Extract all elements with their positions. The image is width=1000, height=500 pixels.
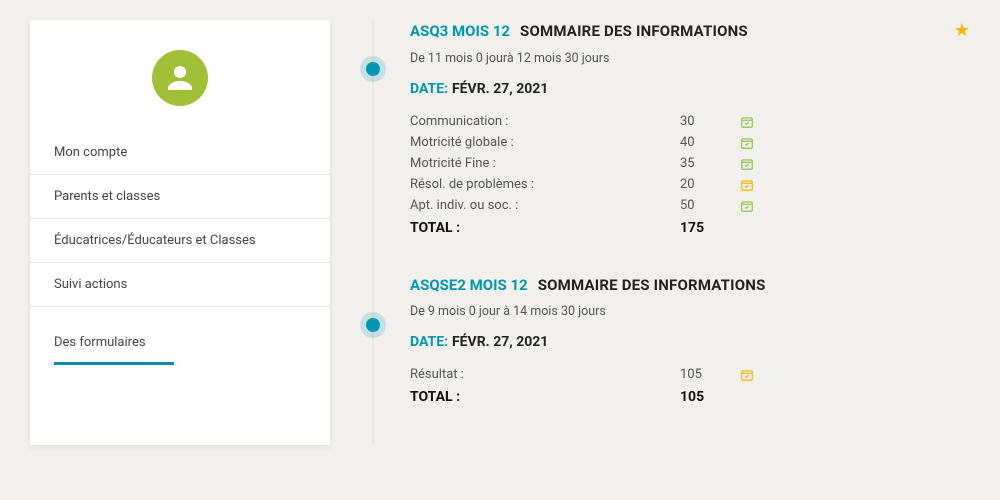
sidebar-item-actions[interactable]: Suivi actions <box>30 263 330 307</box>
score-label: Résol. de problèmes : <box>410 177 680 192</box>
entry-title-main: ASQSE2 MOIS 12 <box>410 276 528 294</box>
sidebar-item-account[interactable]: Mon compte <box>30 131 330 175</box>
calendar-check-icon <box>740 368 756 382</box>
score-row: Motricité globale : 40 <box>410 132 830 153</box>
timeline-dot <box>366 62 380 76</box>
sidebar: Mon compte Parents et classes Éducatrice… <box>30 20 330 445</box>
sidebar-item-parents[interactable]: Parents et classes <box>30 175 330 219</box>
total-value: 175 <box>680 220 740 236</box>
sidebar-item-forms[interactable]: Des formulaires <box>54 321 174 365</box>
entry-date-value: FÉVR. 27, 2021 <box>452 334 548 350</box>
total-row: TOTAL : 175 <box>410 216 830 236</box>
calendar-check-icon <box>740 136 756 150</box>
total-label: TOTAL : <box>410 220 680 236</box>
score-value: 35 <box>680 156 740 171</box>
score-label: Résultat : <box>410 367 680 382</box>
timeline-entry: ASQSE2 MOIS 12 SOMMAIRE DES INFORMATIONS… <box>410 276 970 405</box>
scores-table: Communication : 30 Motricité globale : 4… <box>410 111 830 236</box>
score-label: Motricité Fine : <box>410 156 680 171</box>
calendar-check-icon <box>740 178 756 192</box>
person-icon <box>162 60 198 96</box>
sidebar-item-educators[interactable]: Éducatrices/Éducateurs et Classes <box>30 219 330 263</box>
score-value: 40 <box>680 135 740 150</box>
entry-date-label: DATE: <box>410 81 448 97</box>
entry-date: DATE: FÉVR. 27, 2021 <box>410 78 970 97</box>
score-value: 105 <box>680 367 740 382</box>
entry-date-value: FÉVR. 27, 2021 <box>452 81 548 97</box>
total-value: 105 <box>680 389 740 405</box>
calendar-check-icon <box>740 157 756 171</box>
score-label: Communication : <box>410 114 680 129</box>
score-row: Communication : 30 <box>410 111 830 132</box>
sidebar-item-forms-wrap: Des formulaires <box>30 307 330 365</box>
calendar-check-icon <box>740 115 756 129</box>
calendar-check-icon <box>740 199 756 213</box>
entry-title-sub: SOMMAIRE DES INFORMATIONS <box>538 276 766 294</box>
avatar-container <box>30 50 330 106</box>
score-label: Motricité globale : <box>410 135 680 150</box>
score-row: Résol. de problèmes : 20 <box>410 174 830 195</box>
timeline-entry: ASQ3 MOIS 12 SOMMAIRE DES INFORMATIONS ★… <box>410 20 970 236</box>
entry-date-label: DATE: <box>410 334 448 350</box>
entry-date: DATE: FÉVR. 27, 2021 <box>410 331 970 350</box>
timeline-dot <box>366 318 380 332</box>
total-row: TOTAL : 105 <box>410 385 830 405</box>
entry-age-range: De 11 mois 0 jourà 12 mois 30 jours <box>410 51 970 66</box>
score-label: Apt. indiv. ou soc. : <box>410 198 680 213</box>
score-value: 50 <box>680 198 740 213</box>
total-label: TOTAL : <box>410 389 680 405</box>
score-row: Apt. indiv. ou soc. : 50 <box>410 195 830 216</box>
entry-title-main: ASQ3 MOIS 12 <box>410 22 510 40</box>
entry-header: ASQ3 MOIS 12 SOMMAIRE DES INFORMATIONS ★ <box>410 20 970 41</box>
scores-table: Résultat : 105 TOTAL : 105 <box>410 364 830 405</box>
star-icon[interactable]: ★ <box>954 20 970 41</box>
entry-title-sub: SOMMAIRE DES INFORMATIONS <box>520 22 748 40</box>
score-value: 20 <box>680 177 740 192</box>
entry-header: ASQSE2 MOIS 12 SOMMAIRE DES INFORMATIONS <box>410 276 970 294</box>
avatar <box>152 50 208 106</box>
score-row: Résultat : 105 <box>410 364 830 385</box>
main-content: ASQ3 MOIS 12 SOMMAIRE DES INFORMATIONS ★… <box>360 20 970 445</box>
score-row: Motricité Fine : 35 <box>410 153 830 174</box>
timeline-line <box>372 20 374 445</box>
entry-age-range: De 9 mois 0 jour à 14 mois 30 jours <box>410 304 970 319</box>
score-value: 30 <box>680 114 740 129</box>
